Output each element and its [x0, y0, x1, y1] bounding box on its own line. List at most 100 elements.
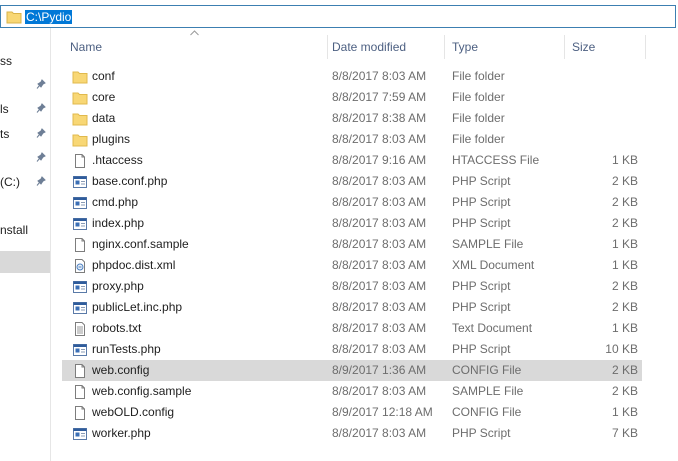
nav-item-label: (C:) — [0, 175, 20, 189]
file-row[interactable]: nginx.conf.sample 8/8/2017 8:03 AM SAMPLE … — [62, 234, 642, 255]
file-type: PHP Script — [452, 300, 511, 314]
file-name: web.config.sample — [92, 384, 192, 398]
file-name: data — [92, 111, 116, 125]
file-size: 10 KB — [605, 342, 638, 356]
file-date-modified: 8/8/2017 8:03 AM — [332, 216, 427, 230]
file-date-modified: 8/8/2017 8:38 AM — [332, 111, 427, 125]
file-row[interactable]: web.config.sample 8/8/2017 8:03 AM SAMPLE … — [62, 381, 642, 402]
pin-icon[interactable] — [36, 152, 46, 164]
file-size: 1 KB — [611, 237, 638, 251]
file-name: robots.txt — [92, 321, 142, 335]
file-row[interactable]: runTests.php 8/8/2017 8:03 AM PHP Script 10… — [62, 339, 642, 360]
file-type: File folder — [452, 132, 505, 146]
nav-item[interactable]: ts — [0, 123, 50, 145]
file-size: 2 KB — [611, 279, 638, 293]
nav-item-label: nstall — [0, 223, 29, 237]
file-row[interactable]: cmd.php 8/8/2017 8:03 AM PHP Script 2 KB — [62, 192, 642, 213]
column-header-name[interactable]: Name — [62, 35, 327, 59]
file-type: HTACCESS File — [452, 153, 540, 167]
file-size — [572, 66, 638, 87]
nav-item-label: ts — [0, 127, 10, 141]
file-date-modified: 8/8/2017 8:03 AM — [332, 321, 427, 335]
php-script-icon — [72, 216, 88, 232]
file-row[interactable]: core 8/8/2017 7:59 AM File folder — [62, 87, 642, 108]
file-row[interactable]: web.config 8/9/2017 1:36 AM CONFIG File 2 K… — [62, 360, 642, 381]
file-name: nginx.conf.sample — [92, 237, 189, 251]
nav-item[interactable]: ss — [0, 50, 50, 72]
file-date-modified: 8/8/2017 8:03 AM — [332, 384, 427, 398]
file-name: .htaccess — [92, 153, 143, 167]
file-row[interactable]: phpdoc.dist.xml 8/8/2017 8:03 AM XML Docum… — [62, 255, 642, 276]
nav-item[interactable] — [0, 195, 50, 217]
file-row[interactable]: proxy.php 8/8/2017 8:03 AM PHP Script 2 KB — [62, 276, 642, 297]
nav-item[interactable] — [0, 147, 50, 169]
file-type: PHP Script — [452, 342, 511, 356]
file-name: phpdoc.dist.xml — [92, 258, 176, 272]
folder-icon — [72, 111, 88, 127]
file-type: PHP Script — [452, 279, 511, 293]
nav-item-label: ss — [0, 54, 12, 68]
file-row[interactable]: index.php 8/8/2017 8:03 AM PHP Script 2 KB — [62, 213, 642, 234]
address-path[interactable]: C:\Pydio — [25, 10, 73, 24]
file-list: conf 8/8/2017 8:03 AM File folder core 8/8/2… — [62, 66, 642, 444]
php-script-icon — [72, 279, 88, 295]
file-type: File folder — [452, 69, 505, 83]
pin-icon[interactable] — [36, 79, 46, 91]
nav-item[interactable] — [0, 74, 50, 96]
file-row[interactable]: base.conf.php 8/8/2017 8:03 AM PHP Script 2… — [62, 171, 642, 192]
file-name: web.config — [92, 363, 150, 377]
php-script-icon — [72, 342, 88, 358]
file-date-modified: 8/8/2017 8:03 AM — [332, 279, 427, 293]
file-date-modified: 8/8/2017 8:03 AM — [332, 132, 427, 146]
file-row[interactable]: data 8/8/2017 8:38 AM File folder — [62, 108, 642, 129]
php-script-icon — [72, 174, 88, 190]
pin-icon[interactable] — [36, 176, 46, 188]
pin-icon[interactable] — [36, 103, 46, 115]
file-date-modified: 8/8/2017 8:03 AM — [332, 195, 427, 209]
address-bar[interactable]: C:\Pydio — [0, 5, 676, 28]
file-date-modified: 8/8/2017 7:59 AM — [332, 90, 427, 104]
column-divider[interactable] — [645, 35, 646, 59]
file-size: 2 KB — [611, 363, 638, 377]
file-date-modified: 8/8/2017 8:03 AM — [332, 237, 427, 251]
file-date-modified: 8/8/2017 9:16 AM — [332, 153, 427, 167]
file-name: cmd.php — [92, 195, 139, 209]
folder-icon — [6, 11, 22, 24]
file-row[interactable]: robots.txt 8/8/2017 8:03 AM Text Document 1… — [62, 318, 642, 339]
file-size: 2 KB — [611, 384, 638, 398]
file-name: plugins — [92, 132, 131, 146]
file-row[interactable]: plugins 8/8/2017 8:03 AM File folder — [62, 129, 642, 150]
file-size: 1 KB — [611, 153, 638, 167]
column-header-date[interactable]: Date modified — [324, 35, 444, 59]
file-date-modified: 8/8/2017 8:03 AM — [332, 174, 427, 188]
file-size: 1 KB — [611, 258, 638, 272]
file-icon — [72, 237, 88, 253]
xml-document-icon — [72, 258, 88, 274]
file-row[interactable]: worker.php 8/8/2017 8:03 AM PHP Script 7 KB — [62, 423, 642, 444]
pin-icon[interactable] — [36, 128, 46, 140]
folder-icon — [72, 90, 88, 106]
file-row[interactable]: .htaccess 8/8/2017 9:16 AM HTACCESS File 1 … — [62, 150, 642, 171]
nav-item[interactable]: nstall — [0, 219, 50, 241]
nav-item[interactable]: ls — [0, 98, 50, 120]
nav-item[interactable]: (C:) — [0, 171, 50, 193]
column-header-size[interactable]: Size — [564, 35, 644, 59]
file-row[interactable]: conf 8/8/2017 8:03 AM File folder — [62, 66, 642, 87]
file-name: publicLet.inc.php — [92, 300, 183, 314]
file-size: 2 KB — [611, 195, 638, 209]
file-size: 2 KB — [611, 216, 638, 230]
file-size: 2 KB — [611, 300, 638, 314]
column-header-type[interactable]: Type — [444, 35, 564, 59]
file-size: 1 KB — [611, 405, 638, 419]
file-row[interactable]: webOLD.config 8/9/2017 12:18 AM CONFIG Fil… — [62, 402, 642, 423]
file-type: CONFIG File — [452, 405, 522, 419]
php-script-icon — [72, 300, 88, 316]
file-type: PHP Script — [452, 426, 511, 440]
nav-selected-highlight — [0, 251, 50, 273]
file-size — [572, 87, 638, 108]
file-row[interactable]: publicLet.inc.php 8/8/2017 8:03 AM PHP Scr… — [62, 297, 642, 318]
file-type: SAMPLE File — [452, 384, 524, 398]
file-type: File folder — [452, 90, 505, 104]
file-date-modified: 8/8/2017 8:03 AM — [332, 342, 427, 356]
file-type: CONFIG File — [452, 363, 522, 377]
